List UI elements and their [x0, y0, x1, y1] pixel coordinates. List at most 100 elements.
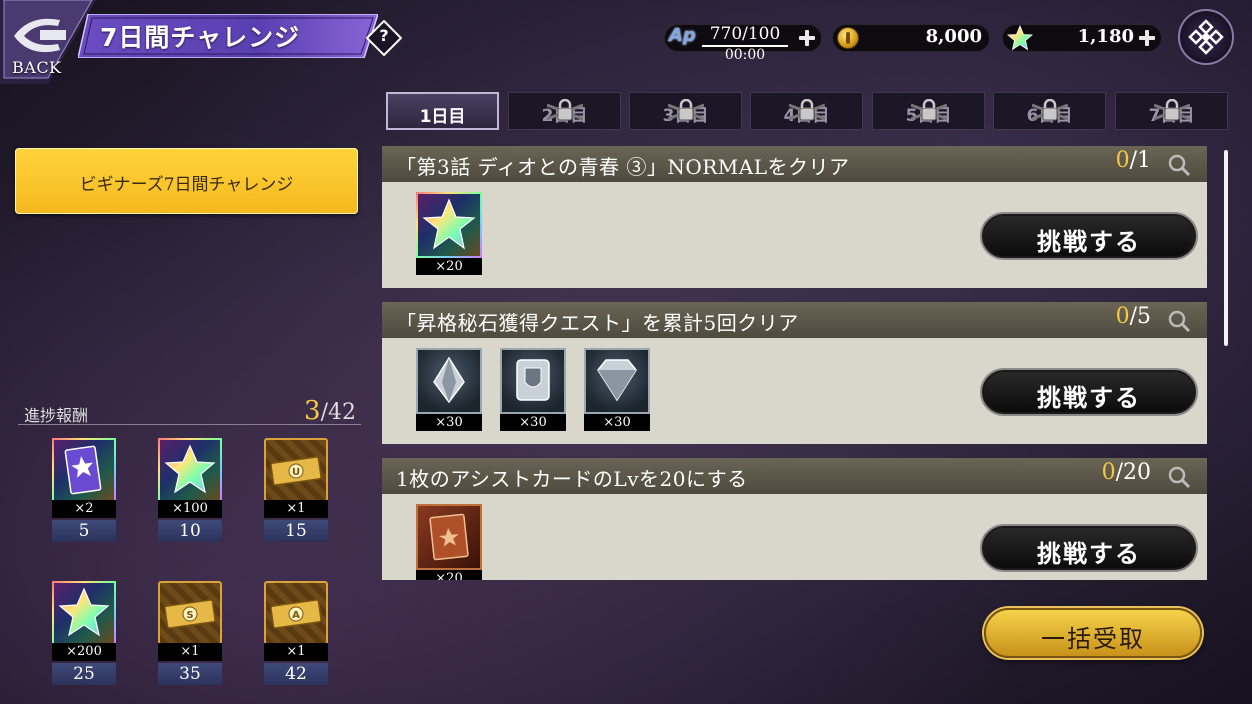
reward-qty: ×2: [52, 500, 116, 518]
reward-milestone: 35: [158, 663, 222, 685]
lock-icon: [1154, 99, 1190, 121]
mission-body: ×30 ×30 ×30 挑戦する: [382, 338, 1207, 444]
mission-target: /5: [1129, 304, 1151, 329]
help-button[interactable]: ?: [365, 19, 403, 57]
svg-text:U: U: [292, 467, 300, 478]
s-ticket-icon: S: [158, 581, 222, 645]
tab-day-7[interactable]: 7日目: [1115, 92, 1228, 130]
rainbow-star-icon: [52, 581, 116, 645]
receive-all-button[interactable]: 一括受取: [984, 608, 1202, 658]
mission-description: 1枚のアシストカードのLvを20にする: [396, 467, 748, 491]
ap-timer: 00:00: [724, 47, 766, 63]
star-value: 1,180: [1077, 26, 1134, 47]
menu-button[interactable]: [1178, 9, 1234, 65]
divider: [18, 424, 361, 425]
ticket-icon: [52, 438, 116, 502]
progress-title: 進捗報酬: [24, 406, 89, 425]
category-label: ビギナーズ7日間チャレンジ: [79, 175, 294, 195]
mission-progress: 0/20: [1102, 460, 1151, 485]
lock-icon: [911, 99, 947, 121]
mission-progress: 0/5: [1116, 304, 1151, 329]
help-symbol: ?: [379, 26, 389, 45]
mission-progress: 0/1: [1116, 148, 1151, 173]
back-label: BACK: [12, 58, 62, 77]
item-qty: ×20: [416, 258, 482, 275]
reward-qty: ×1: [158, 643, 222, 661]
lock-icon: [789, 99, 825, 121]
book-icon: [416, 504, 482, 570]
mission-target: /1: [1129, 148, 1151, 173]
reward-qty: ×100: [158, 500, 222, 518]
progress-count: 3/42: [296, 396, 356, 426]
rainbow-star-icon: [416, 192, 482, 258]
category-beginners-challenge[interactable]: ビギナーズ7日間チャレンジ: [15, 148, 358, 214]
reward-milestone: 15: [264, 520, 328, 542]
reward-qty: ×200: [52, 643, 116, 661]
challenge-button[interactable]: 挑戦する: [980, 368, 1198, 416]
lock-icon: [1032, 99, 1068, 121]
mission-current: 0: [1115, 148, 1130, 173]
mission-target: /20: [1115, 460, 1151, 485]
challenge-label: 挑戦する: [1037, 228, 1141, 256]
gold-value: 8,000: [925, 26, 982, 47]
lock-icon: [547, 99, 583, 121]
gold-coin-icon: [837, 27, 859, 49]
mission-header: 1枚のアシストカードのLvを20にする 0/20: [382, 458, 1207, 494]
search-icon[interactable]: [1167, 309, 1191, 333]
mission-current: 0: [1101, 460, 1116, 485]
ap-value: 770/100: [709, 24, 781, 44]
tab-day-5[interactable]: 5日目: [872, 92, 985, 130]
mission-description: 「第3話 ディオとの青春 ③」NORMALをクリア: [396, 155, 850, 179]
mission-list[interactable]: 「第3話 ディオとの青春 ③」NORMALをクリア 0/1 ×20 挑戦する 「…: [382, 146, 1208, 580]
challenge-label: 挑戦する: [1037, 540, 1141, 568]
mission-body: ×20 挑戦する: [382, 182, 1207, 288]
reward-milestone: 25: [52, 663, 116, 685]
u-ticket-icon: U: [264, 438, 328, 502]
menu-emblem-icon: [1188, 19, 1224, 55]
challenge-button[interactable]: 挑戦する: [980, 524, 1198, 572]
rainbow-star-icon: [1007, 25, 1033, 51]
star-plus-icon[interactable]: [1138, 29, 1156, 47]
search-icon[interactable]: [1167, 465, 1191, 489]
challenge-label: 挑戦する: [1037, 384, 1141, 412]
progress-total: /42: [320, 400, 356, 425]
mission-card: 「第3話 ディオとの青春 ③」NORMALをクリア 0/1 ×20 挑戦する: [382, 146, 1207, 288]
mission-description: 「昇格秘石獲得クエスト」を累計5回クリア: [396, 311, 799, 335]
item-qty: ×30: [416, 414, 482, 431]
reward-qty: ×1: [264, 643, 328, 661]
receive-all-label: 一括受取: [1041, 625, 1145, 653]
tab-day-1[interactable]: 1日目: [386, 92, 499, 130]
a-ticket-icon: A: [264, 581, 328, 645]
tab-day-4[interactable]: 4日目: [750, 92, 863, 130]
tab-day-6[interactable]: 6日目: [993, 92, 1106, 130]
mission-header: 「昇格秘石獲得クエスト」を累計5回クリア 0/5: [382, 302, 1207, 338]
search-icon[interactable]: [1167, 153, 1191, 177]
ap-icon: Ap: [669, 25, 696, 46]
progress-current: 3: [304, 396, 321, 426]
mission-current: 0: [1115, 304, 1130, 329]
challenge-button[interactable]: 挑戦する: [980, 212, 1198, 260]
reward-milestone: 5: [52, 520, 116, 542]
mission-card: 「昇格秘石獲得クエスト」を累計5回クリア 0/5 ×30 ×30 ×30 挑戦す…: [382, 302, 1207, 444]
item-qty: ×30: [500, 414, 566, 431]
promotion-stone-gem-icon: [584, 348, 650, 414]
scrollbar[interactable]: [1224, 150, 1228, 346]
promotion-stone-diamond-icon: [416, 348, 482, 414]
lock-icon: [668, 99, 704, 121]
item-qty: ×20: [416, 570, 482, 580]
rainbow-star-icon: [158, 438, 222, 502]
svg-text:A: A: [292, 610, 300, 621]
tab-label: 1日目: [419, 107, 466, 127]
promotion-stone-shield-icon: [500, 348, 566, 414]
ap-plus-icon[interactable]: [798, 29, 816, 47]
reward-qty: ×1: [264, 500, 328, 518]
reward-milestone: 42: [264, 663, 328, 685]
tab-day-2[interactable]: 2日目: [508, 92, 621, 130]
item-qty: ×30: [584, 414, 650, 431]
mission-body: ×20 挑戦する: [382, 494, 1207, 580]
page-title: 7日間チャレンジ: [100, 23, 301, 52]
svg-text:S: S: [186, 610, 193, 621]
mission-header: 「第3話 ディオとの青春 ③」NORMALをクリア 0/1: [382, 146, 1207, 182]
mission-card: 1枚のアシストカードのLvを20にする 0/20 ×20 挑戦する: [382, 458, 1207, 580]
tab-day-3[interactable]: 3日目: [629, 92, 742, 130]
